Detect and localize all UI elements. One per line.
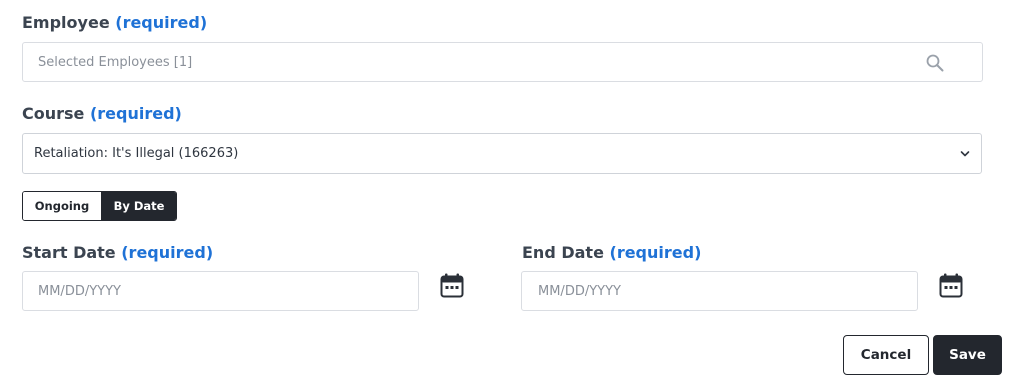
start-date-calendar-icon[interactable] <box>440 273 464 298</box>
start-date-label-text: Start Date <box>22 243 116 262</box>
course-selected-value: Retaliation: It's Illegal (166263) <box>34 146 239 161</box>
end-date-placeholder: MM/DD/YYYY <box>538 283 621 299</box>
start-date-label: Start Date (required) <box>22 243 213 262</box>
course-label-text: Course <box>22 104 85 123</box>
date-mode-toggle: Ongoing By Date <box>22 191 177 221</box>
cancel-button[interactable]: Cancel <box>843 335 929 375</box>
search-icon[interactable] <box>926 54 944 72</box>
chevron-down-icon <box>960 151 970 157</box>
start-date-input[interactable]: MM/DD/YYYY <box>22 271 419 311</box>
start-date-required-tag: (required) <box>121 243 214 262</box>
save-button[interactable]: Save <box>933 335 1002 375</box>
employee-label-text: Employee <box>22 13 110 32</box>
end-date-label: End Date (required) <box>522 243 701 262</box>
employee-required-tag: (required) <box>115 13 208 32</box>
course-label: Course (required) <box>22 104 182 123</box>
toggle-by-date[interactable]: By Date <box>102 192 176 220</box>
course-required-tag: (required) <box>89 104 182 123</box>
employee-label: Employee (required) <box>22 13 207 32</box>
course-select[interactable]: Retaliation: It's Illegal (166263) <box>22 133 982 174</box>
toggle-ongoing[interactable]: Ongoing <box>23 192 102 220</box>
end-date-calendar-icon[interactable] <box>939 273 963 298</box>
end-date-required-tag: (required) <box>609 243 702 262</box>
end-date-label-text: End Date <box>522 243 604 262</box>
start-date-placeholder: MM/DD/YYYY <box>38 283 121 299</box>
employee-placeholder: Selected Employees [1] <box>38 54 193 70</box>
employee-search-field[interactable]: Selected Employees [1] <box>22 42 983 82</box>
end-date-input[interactable]: MM/DD/YYYY <box>521 271 918 311</box>
